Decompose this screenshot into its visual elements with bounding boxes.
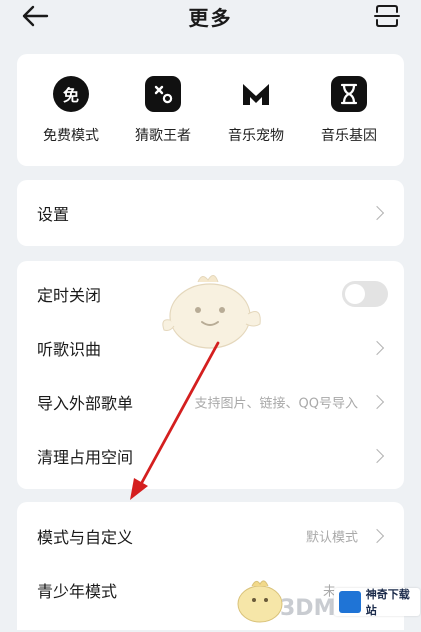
annotation-arrow-icon	[130, 341, 220, 500]
brand-badge: 神奇下载站	[334, 588, 420, 617]
bottom-watermark: 3DM	[232, 578, 335, 632]
site-watermark-text: 3DM	[280, 596, 336, 621]
brand-logo-icon	[339, 591, 361, 613]
brand-text: 神奇下载站	[365, 588, 410, 617]
